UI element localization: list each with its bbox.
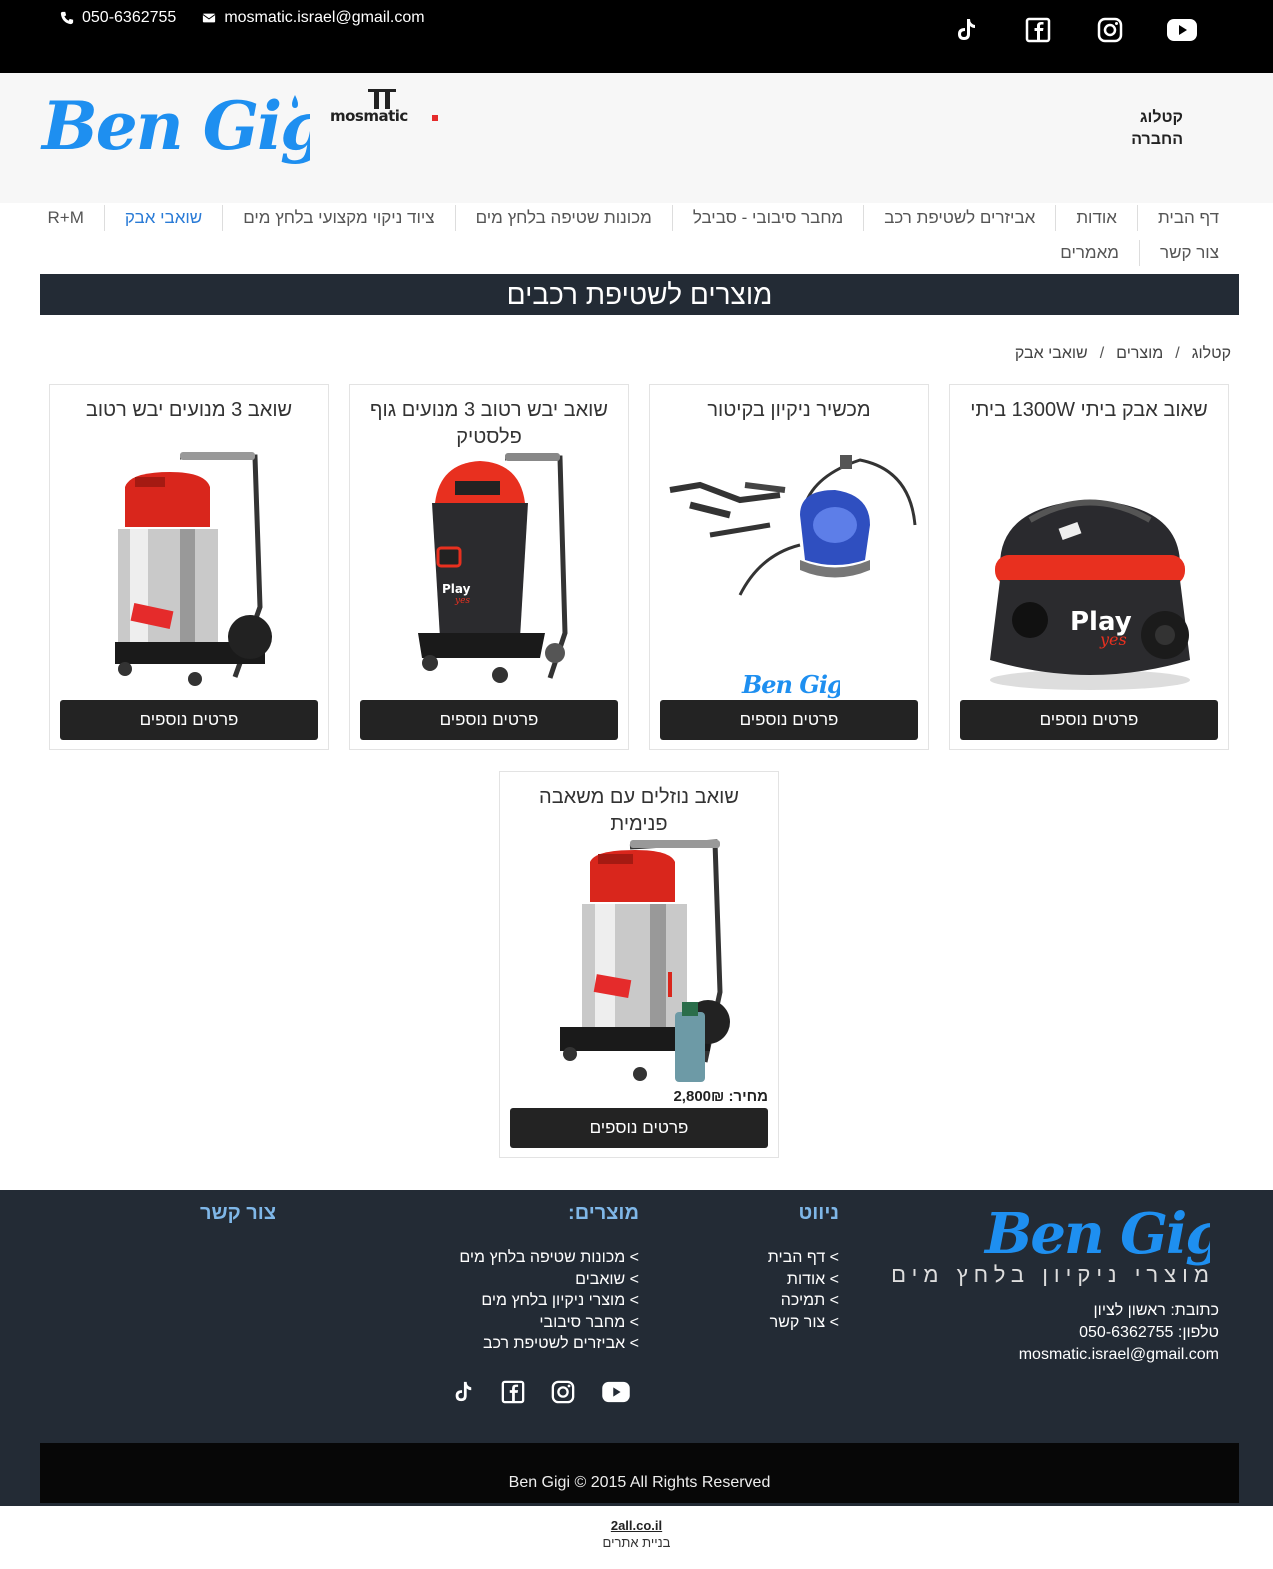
nav-item[interactable]: שואבי אבק bbox=[103, 204, 222, 231]
breadcrumb-item-current: שואבי אבק bbox=[1014, 345, 1088, 362]
breadcrumb-separator: / bbox=[1175, 345, 1180, 362]
nav-item[interactable]: מאמרים bbox=[1040, 240, 1139, 266]
product-title[interactable]: שואב נוזלים עם משאבה פנימית bbox=[500, 772, 778, 838]
nav-item[interactable]: מכונות שטיפה בלחץ מים bbox=[454, 204, 672, 231]
top-social bbox=[947, 14, 1201, 46]
main-nav: דף הבית אודות אביזרים לשטיפת רכב מחבר סיבוב… bbox=[40, 200, 1239, 270]
breadcrumb: קטלוג / מוצרים / שואבי אבק bbox=[1015, 345, 1231, 363]
phone-icon bbox=[60, 11, 74, 25]
breadcrumb-separator: / bbox=[1099, 345, 1105, 362]
footer-nav-list: > דף הבית > אודות > תמיכה > צור קשר bbox=[768, 1247, 839, 1333]
product-image-blue-steam-cleaner[interactable] bbox=[660, 445, 918, 695]
more-details-button[interactable]: פרטים נוספים bbox=[360, 700, 618, 740]
product-title[interactable]: שואב 3 מנועים יבש רטוב bbox=[50, 385, 328, 424]
facebook-icon[interactable] bbox=[1019, 14, 1057, 46]
footer-nav-item[interactable]: > אודות bbox=[768, 1269, 839, 1291]
nav-item[interactable]: מחבר סיבובי - סביבל bbox=[671, 204, 863, 231]
nav-row-2: צור קשר מאמרים bbox=[40, 235, 1239, 270]
svg-text:Play: Play bbox=[442, 582, 471, 596]
svg-text:Ben Gigi: Ben Gigi bbox=[40, 87, 310, 165]
nav-item[interactable]: אביזרים לשטיפת רכב bbox=[863, 204, 1055, 231]
product-card: שואב יבש רטוב 3 מנועים גוף פלסטיק Play y… bbox=[349, 384, 629, 750]
nav-row-1: דף הבית אודות אביזרים לשטיפת רכב מחבר סיבוב… bbox=[40, 200, 1239, 235]
footer-product-item[interactable]: > מוצרי ניקיון בלחץ מים bbox=[459, 1290, 639, 1312]
svg-text:mosmatic: mosmatic bbox=[330, 107, 408, 125]
footer-nav-heading: ניווט bbox=[798, 1202, 840, 1224]
more-details-button[interactable]: פרטים נוספים bbox=[60, 700, 318, 740]
footer-social bbox=[450, 1376, 632, 1408]
product-card: מכשיר ניקיון בקיטור Ben Gigi פרטים נוספי… bbox=[649, 384, 929, 750]
envelope-icon bbox=[202, 13, 216, 23]
product-title[interactable]: שאוב אבק ביתי 1300W ביתי bbox=[950, 385, 1228, 424]
top-bar: 050-6362755 mosmatic.israel@gmail.com bbox=[0, 0, 1273, 73]
footer-logo-text: Ben Gigi bbox=[983, 1201, 1210, 1267]
breadcrumb-item-catalog[interactable]: קטלוג bbox=[1192, 345, 1231, 363]
more-details-button[interactable]: פרטים נוספים bbox=[510, 1108, 768, 1148]
youtube-icon[interactable] bbox=[1163, 14, 1201, 46]
top-contact: 050-6362755 mosmatic.israel@gmail.com bbox=[60, 9, 425, 27]
price-value: 2,800₪ bbox=[673, 1088, 725, 1105]
product-image-red-black-vacuum[interactable]: Play yes bbox=[960, 445, 1218, 695]
footer-product-item[interactable]: > מכונות שטיפה בלחץ מים bbox=[459, 1247, 639, 1269]
footer-products-heading: מוצרים: bbox=[568, 1202, 639, 1224]
watermark-text: Ben Gigi bbox=[741, 670, 840, 699]
footer-products-list: > מכונות שטיפה בלחץ מים > שואבים > מוצרי… bbox=[459, 1247, 639, 1355]
footer-address: כתובת: ראשון לציון bbox=[1093, 1302, 1220, 1319]
catalog-line2[interactable]: החברה bbox=[1131, 129, 1183, 151]
nav-item[interactable]: צור קשר bbox=[1138, 239, 1239, 266]
company-catalog-link[interactable]: קטלוג החברה bbox=[1131, 107, 1183, 151]
instagram-icon[interactable] bbox=[550, 1376, 576, 1408]
tiktok-icon[interactable] bbox=[450, 1376, 476, 1408]
nav-item[interactable]: ציוד ניקוי מקצועי בלחץ מים bbox=[222, 204, 454, 231]
nav-item[interactable]: דף הבית bbox=[1137, 204, 1239, 231]
site-header: Ben Gigi mosmatic קטלוג החברה bbox=[0, 73, 1273, 203]
footer-product-item[interactable]: > מחבר סיבובי bbox=[459, 1312, 639, 1334]
nav-item[interactable]: R+M bbox=[27, 205, 103, 231]
youtube-icon[interactable] bbox=[600, 1376, 632, 1408]
catalog-line1[interactable]: קטלוג bbox=[1131, 107, 1183, 129]
product-title[interactable]: מכשיר ניקיון בקיטור bbox=[650, 385, 928, 424]
copyright-bar: Ben Gigi © 2015 All Rights Reserved bbox=[40, 1443, 1239, 1503]
price-label: מחיר: bbox=[728, 1088, 768, 1105]
footer-address-block: כתובת: ראשון לציון טלפון: 050-6362755 mo… bbox=[1019, 1300, 1219, 1366]
instagram-icon[interactable] bbox=[1091, 14, 1129, 46]
product-image-black-wet-dry-vacuum[interactable]: Play yes bbox=[360, 453, 618, 698]
product-card: שואב נוזלים עם משאבה פנימית מחיר: 2,800₪… bbox=[499, 771, 779, 1158]
product-image-steel-wet-dry-vacuum[interactable] bbox=[60, 447, 318, 697]
ben-gigi-watermark-logo: Ben Gigi bbox=[741, 670, 840, 699]
svg-text:yes: yes bbox=[1099, 630, 1127, 649]
svg-text:yes: yes bbox=[454, 596, 470, 606]
product-card: שואב 3 מנועים יבש רטוב פרטים נוספים bbox=[49, 384, 329, 750]
more-details-button[interactable]: פרטים נוספים bbox=[960, 700, 1218, 740]
page-title: מוצרים לשטיפת רכבים bbox=[40, 274, 1239, 315]
credit-text[interactable]: בניית אתרים bbox=[0, 1535, 1273, 1550]
tiktok-icon[interactable] bbox=[947, 14, 985, 46]
footer-ben-gigi-logo[interactable]: Ben Gigi bbox=[980, 1198, 1210, 1268]
footer-nav-item[interactable]: > דף הבית bbox=[768, 1247, 839, 1269]
top-phone[interactable]: 050-6362755 bbox=[82, 9, 176, 27]
product-card: שאוב אבק ביתי 1300W ביתי Play yes פרטים … bbox=[949, 384, 1229, 750]
credit-logo[interactable]: 2all.co.il bbox=[0, 1518, 1273, 1533]
footer-nav-item[interactable]: > תמיכה bbox=[768, 1290, 839, 1312]
footer-tagline: מוצרי ניקיון בלחץ מים bbox=[891, 1262, 1215, 1287]
facebook-icon[interactable] bbox=[500, 1376, 526, 1408]
footer-product-item[interactable]: > אביזרים לשטיפת רכב bbox=[459, 1333, 639, 1355]
ben-gigi-logo[interactable]: Ben Gigi bbox=[40, 81, 310, 171]
top-email[interactable]: mosmatic.israel@gmail.com bbox=[224, 9, 424, 27]
more-details-button[interactable]: פרטים נוספים bbox=[660, 700, 918, 740]
footer-contact-heading[interactable]: צור קשר bbox=[200, 1202, 276, 1225]
mosmatic-logo[interactable]: mosmatic bbox=[330, 87, 445, 127]
product-title[interactable]: שואב יבש רטוב 3 מנועים גוף פלסטיק bbox=[350, 385, 628, 451]
nav-item[interactable]: אודות bbox=[1055, 204, 1137, 231]
footer-email[interactable]: mosmatic.israel@gmail.com bbox=[1019, 1344, 1219, 1366]
breadcrumb-item-products[interactable]: מוצרים bbox=[1116, 345, 1163, 363]
product-price: מחיר: 2,800₪ bbox=[673, 1088, 768, 1105]
product-image-steel-vacuum-with-pump[interactable] bbox=[510, 832, 768, 1084]
footer-phone[interactable]: טלפון: 050-6362755 bbox=[1019, 1322, 1219, 1344]
footer-product-item[interactable]: > שואבים bbox=[459, 1269, 639, 1291]
site-credit: 2all.co.il בניית אתרים bbox=[0, 1518, 1273, 1550]
footer-nav-item[interactable]: > צור קשר bbox=[768, 1312, 839, 1334]
